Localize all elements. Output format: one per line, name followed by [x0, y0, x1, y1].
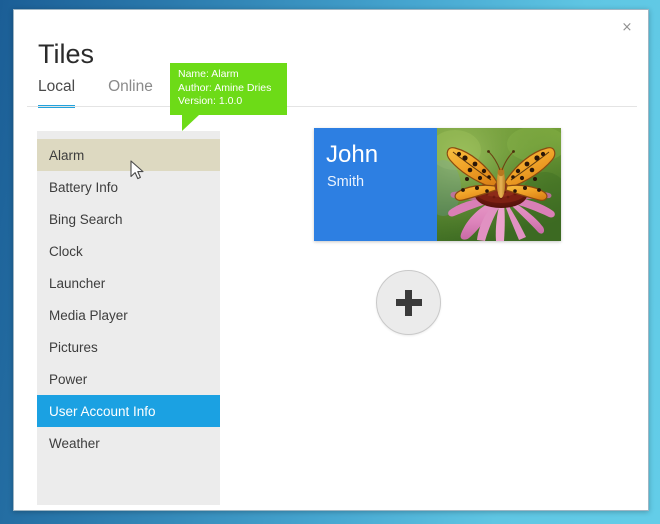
list-item-user-account-info[interactable]: User Account Info	[37, 395, 220, 427]
plus-icon	[395, 289, 422, 316]
tab-online[interactable]: Online	[108, 78, 153, 108]
header-divider	[27, 106, 637, 107]
user-tile-text-panel: John Smith	[314, 128, 437, 241]
tile-list[interactable]: Alarm Battery Info Bing Search Clock Lau…	[37, 131, 220, 505]
close-icon[interactable]: ×	[612, 14, 642, 40]
user-tile-photo	[437, 128, 561, 241]
list-item-bing-search[interactable]: Bing Search	[37, 203, 220, 235]
tab-local[interactable]: Local	[38, 78, 76, 108]
list-item-weather[interactable]: Weather	[37, 427, 220, 459]
list-item-media-player[interactable]: Media Player	[37, 299, 220, 331]
tooltip-tail	[182, 114, 199, 131]
list-item-launcher[interactable]: Launcher	[37, 267, 220, 299]
user-first-name: John	[326, 141, 379, 168]
tile-info-tooltip: Name: Alarm Author: Amine Dries Version:…	[170, 63, 287, 131]
list-item-clock[interactable]: Clock	[37, 235, 220, 267]
tooltip-name-line: Name: Alarm	[178, 68, 239, 80]
tiles-window: × Tiles Local Online Alarm Battery Info …	[13, 9, 649, 511]
tooltip-version-line: Version: 1.0.0	[178, 95, 243, 107]
add-tile-button[interactable]	[376, 270, 441, 335]
user-account-tile[interactable]: John Smith	[314, 128, 561, 241]
list-item-pictures[interactable]: Pictures	[37, 331, 220, 363]
user-last-name: Smith	[327, 174, 365, 190]
butterfly-photo-svg	[437, 128, 561, 241]
page-title: Tiles	[38, 39, 95, 69]
list-top-spacer	[37, 131, 220, 139]
tooltip-author-line: Author: Amine Dries	[178, 81, 272, 94]
list-item-power[interactable]: Power	[37, 363, 220, 395]
tile-preview-area: John Smith	[246, 120, 648, 510]
tab-bar: Local Online	[38, 78, 186, 108]
list-item-alarm[interactable]: Alarm	[37, 139, 220, 171]
list-item-battery-info[interactable]: Battery Info	[37, 171, 220, 203]
